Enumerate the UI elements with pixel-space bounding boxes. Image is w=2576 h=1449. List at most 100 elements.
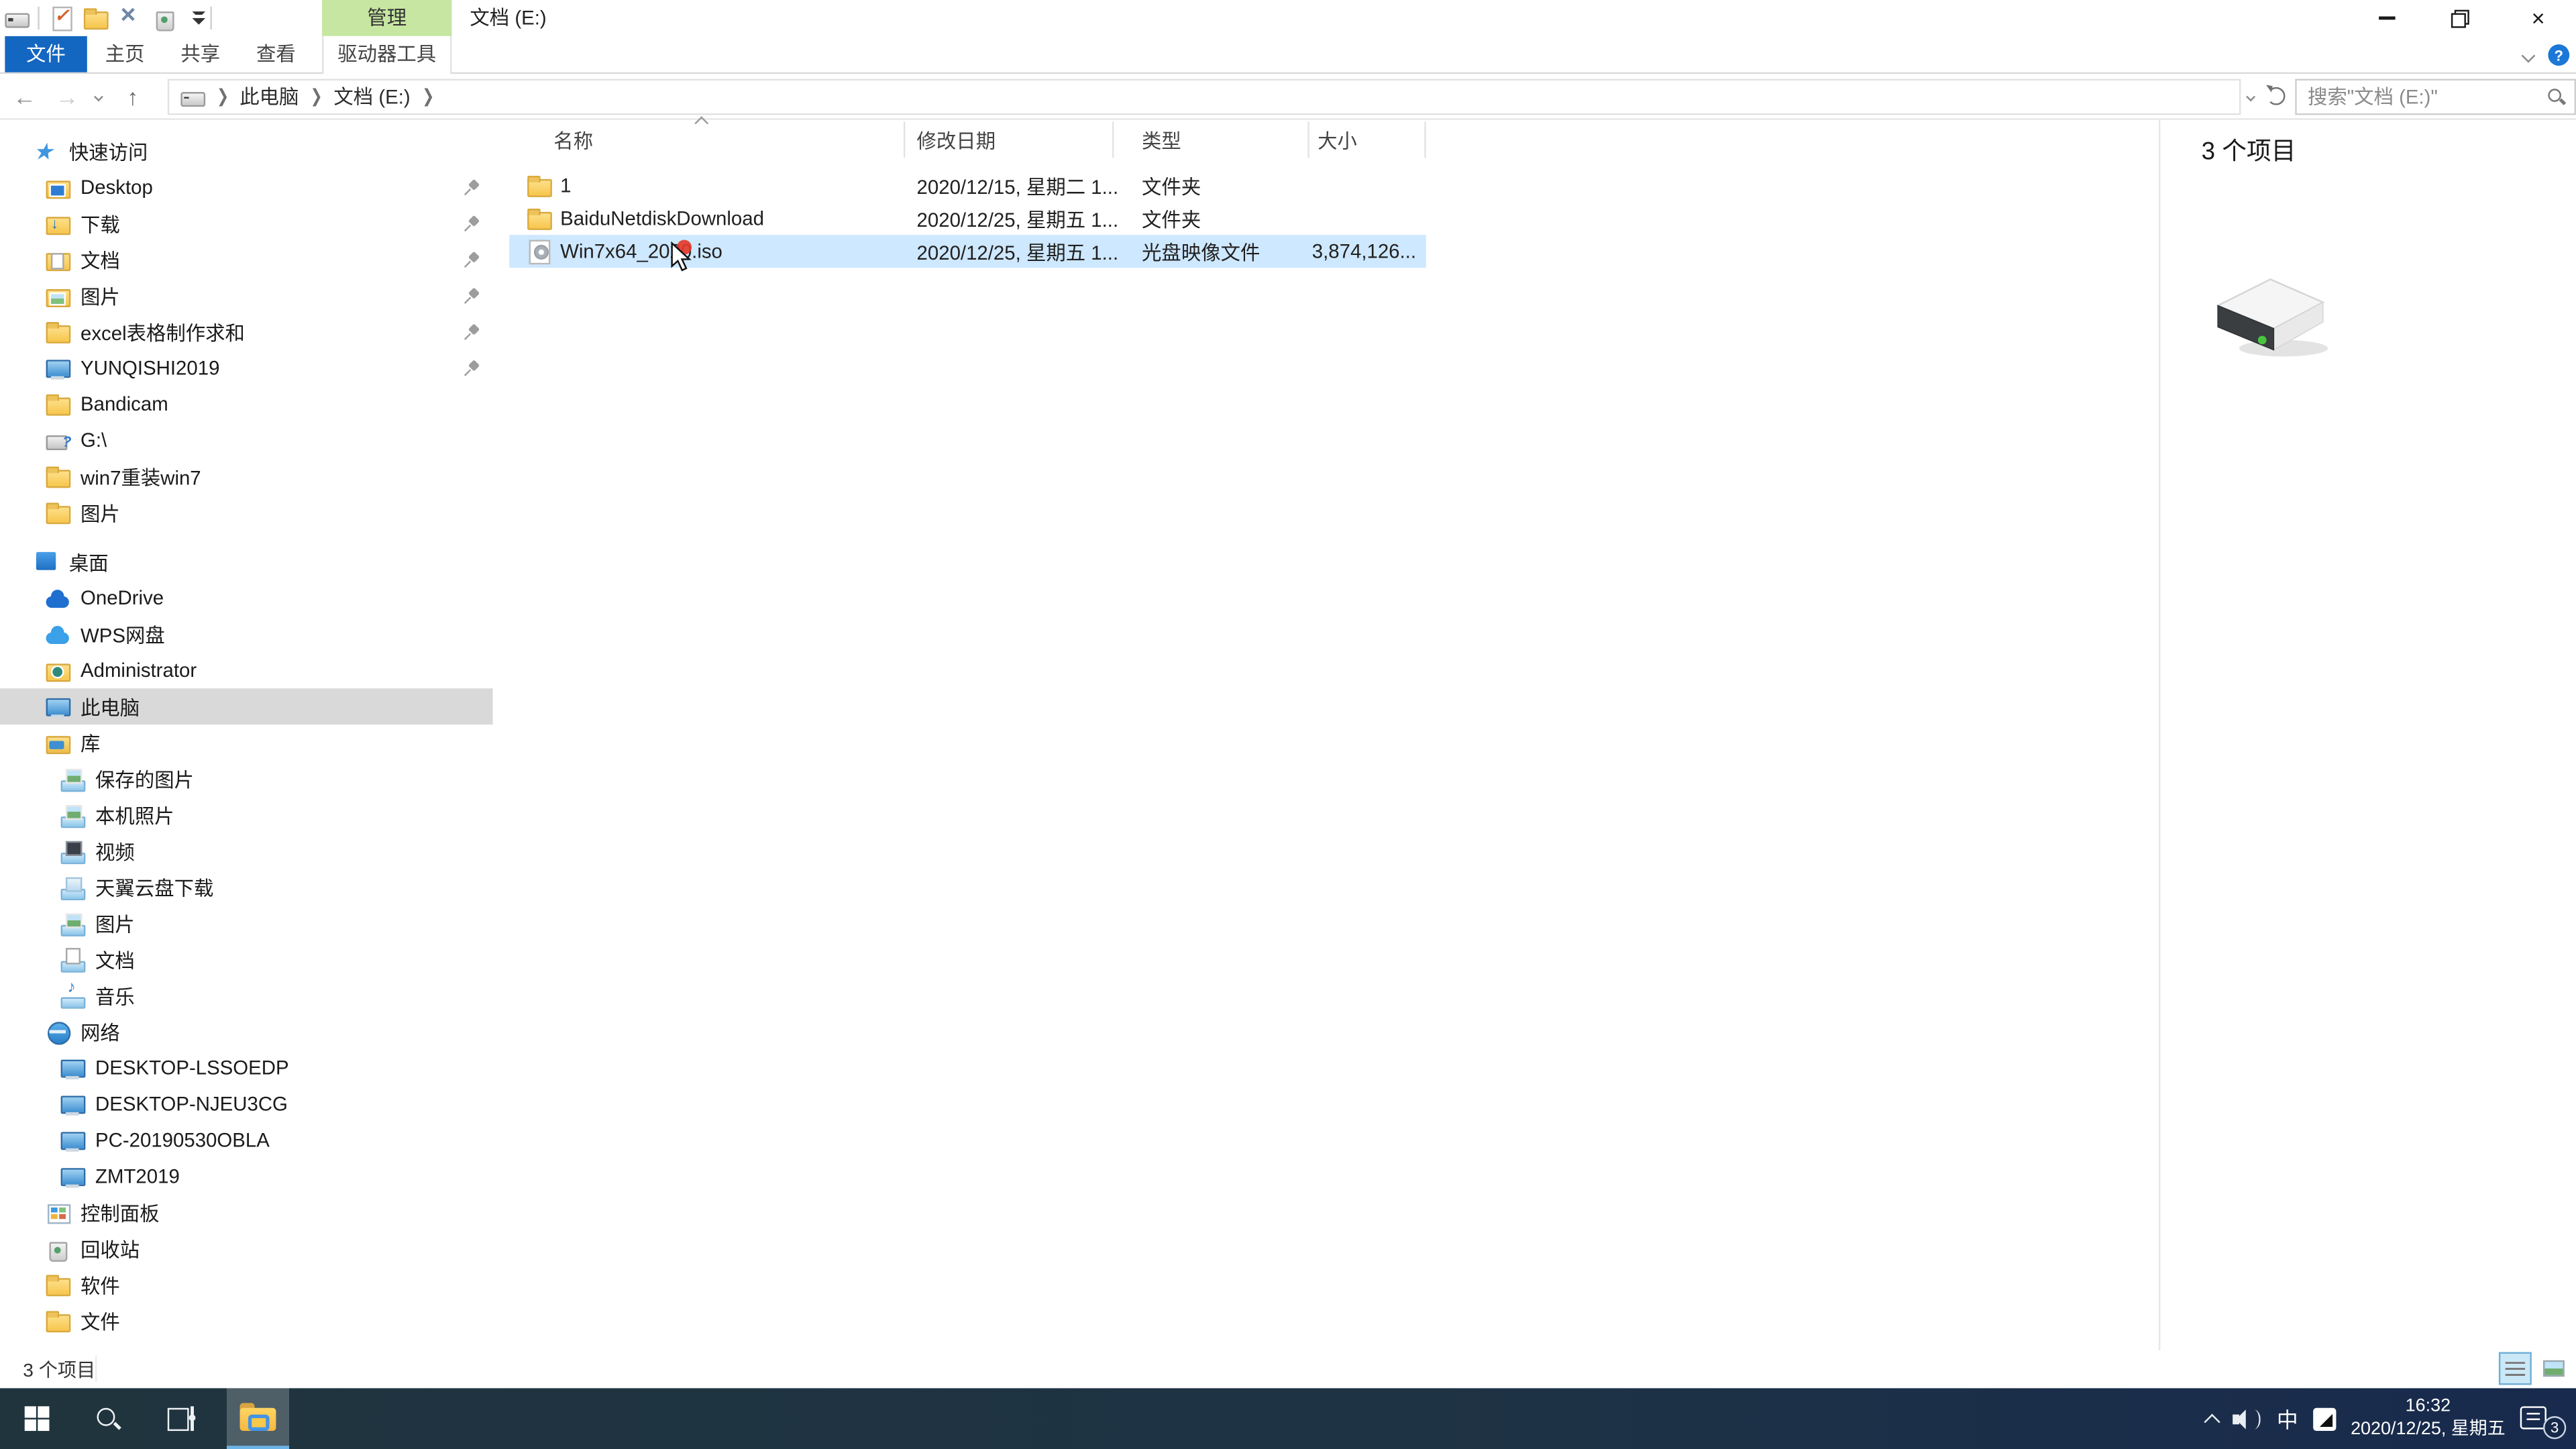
sidebar-item[interactable]: 此电脑 [0, 688, 493, 725]
sidebar-item[interactable]: 桌面 [0, 544, 493, 580]
sidebar-item-label: Administrator [80, 659, 197, 682]
sidebar-item-label: 图片 [95, 912, 135, 936]
sidebar-item[interactable]: 网络 [0, 1014, 493, 1050]
refresh-icon[interactable] [2266, 87, 2285, 105]
column-header-type[interactable]: 类型 [1114, 121, 1309, 158]
checked-document-icon[interactable] [48, 5, 74, 32]
breadcrumb[interactable]: ❯ 此电脑 ❯ 文档 (E:) ❯ [166, 78, 2241, 115]
task-view-button[interactable] [145, 1388, 217, 1449]
search-box [2294, 78, 2576, 115]
ime-indicator[interactable]: 中 [2277, 1403, 2298, 1434]
expand-ribbon-icon[interactable] [2521, 48, 2536, 62]
sidebar-item[interactable]: win7重装win7 [0, 458, 493, 494]
details-view-icon[interactable] [2498, 1352, 2532, 1385]
delete-x-icon[interactable] [117, 3, 143, 31]
sidebar-item[interactable]: excel表格制作求和 [0, 314, 493, 350]
folder-icon [44, 1272, 71, 1298]
sidebar-item[interactable]: 文档 [0, 241, 493, 278]
notification-center-button[interactable]: 3 [2520, 1404, 2567, 1439]
search-input[interactable] [2296, 79, 2575, 113]
start-icon [23, 1406, 49, 1431]
file-explorer-taskbar-button[interactable] [226, 1388, 290, 1449]
desktop-icon [33, 549, 59, 575]
tab-home[interactable]: 主页 [87, 36, 163, 72]
videos-library-icon [59, 838, 86, 865]
navigation-pane: 快速访问 Desktop 下载 文档 图片 [0, 120, 493, 1350]
sidebar-item[interactable]: 天翼云盘下载 [0, 869, 493, 906]
thumbnails-view-icon[interactable] [2536, 1352, 2569, 1385]
sidebar-item[interactable]: 软件 [0, 1267, 493, 1303]
sidebar-item[interactable]: YUNQISHI2019 [0, 350, 493, 386]
file-type: 光盘映像文件 [1142, 240, 1260, 264]
sidebar-item[interactable]: DESKTOP-LSSOEDP [0, 1050, 493, 1086]
forward-button[interactable]: → [49, 76, 85, 116]
sidebar-item[interactable]: Desktop [0, 169, 493, 205]
sidebar-item[interactable]: DESKTOP-NJEU3CG [0, 1086, 493, 1122]
sidebar-item[interactable]: G:\ [0, 422, 493, 458]
sidebar-item[interactable]: 文件 [0, 1303, 493, 1339]
recycle-bin-icon[interactable] [151, 5, 177, 32]
close-button[interactable]: × [2500, 0, 2576, 36]
file-type: 文件夹 [1142, 174, 1201, 199]
sidebar-item-label: OneDrive [80, 586, 164, 610]
new-folder-icon[interactable] [82, 5, 109, 31]
file-row[interactable]: 1 2020/12/15, 星期二 1... 文件夹 [509, 169, 1426, 202]
sidebar-item[interactable]: OneDrive [0, 580, 493, 616]
libraries-icon [44, 729, 71, 755]
restore-button[interactable] [2425, 0, 2501, 36]
tray-expand-icon[interactable] [2203, 1413, 2220, 1430]
sidebar-item[interactable]: 快速访问 [0, 133, 493, 169]
speaker-icon[interactable] [2232, 1407, 2262, 1430]
sidebar-item[interactable]: Administrator [0, 652, 493, 688]
windows-ink-icon[interactable] [2312, 1407, 2337, 1430]
tab-view[interactable]: 查看 [238, 36, 314, 72]
up-button[interactable]: ↑ [111, 76, 154, 116]
breadcrumb-drive-e[interactable]: 文档 (E:) [333, 82, 410, 110]
tab-drive-tools[interactable]: 驱动器工具 [322, 36, 452, 74]
file-size: 3,874,126... [1311, 239, 1417, 263]
sidebar-item[interactable]: WPS网盘 [0, 616, 493, 652]
sidebar-item-label: PC-20190530OBLA [95, 1128, 270, 1152]
sidebar-item[interactable]: 音乐 [0, 977, 493, 1014]
photos-library-icon [59, 802, 86, 828]
sidebar-item[interactable]: 图片 [0, 905, 493, 941]
column-header-size[interactable]: 大小 [1309, 121, 1426, 158]
sidebar-item[interactable]: 保存的图片 [0, 761, 493, 797]
sidebar-item[interactable]: ZMT2019 [0, 1159, 493, 1195]
file-row[interactable]: BaiduNetdiskDownload 2020/12/25, 星期五 1..… [509, 202, 1426, 235]
minimize-button[interactable] [2349, 0, 2425, 36]
address-history-icon[interactable] [2245, 91, 2255, 101]
sidebar-item-label: 天翼云盘下载 [95, 876, 214, 900]
sidebar-item[interactable]: 回收站 [0, 1230, 493, 1267]
sidebar-item[interactable]: 图片 [0, 278, 493, 314]
recent-locations-icon[interactable] [85, 76, 111, 116]
sidebar-item[interactable]: 文档 [0, 941, 493, 977]
sidebar-item[interactable]: 下载 [0, 205, 493, 241]
sidebar-item[interactable]: 本机照片 [0, 797, 493, 833]
tab-share[interactable]: 共享 [162, 36, 238, 72]
start-button[interactable] [0, 1388, 72, 1449]
folder-icon [526, 205, 552, 231]
sidebar-item[interactable]: 视频 [0, 833, 493, 869]
network-computer-icon [59, 1163, 86, 1189]
taskbar-clock[interactable]: 16:32 2020/12/25, 星期五 [2351, 1397, 2506, 1441]
sidebar-item[interactable]: PC-20190530OBLA [0, 1122, 493, 1159]
tab-file[interactable]: 文件 [5, 36, 87, 72]
pin-icon [464, 250, 482, 268]
breadcrumb-this-pc[interactable]: 此电脑 [239, 82, 299, 110]
help-icon[interactable]: ? [2548, 44, 2570, 66]
back-button[interactable]: ← [0, 76, 49, 116]
folder-icon [44, 391, 71, 417]
column-header-date[interactable]: 修改日期 [905, 121, 1114, 158]
taskbar-search-button[interactable] [72, 1388, 145, 1449]
sidebar-item-label: Desktop [80, 176, 153, 199]
quick-access-star-icon [33, 138, 59, 164]
sidebar-item[interactable]: 库 [0, 724, 493, 761]
sidebar-item-label: 保存的图片 [95, 767, 195, 792]
file-row[interactable]: Win7x64_2020.iso 2020/12/25, 星期五 1... 光盘… [509, 235, 1426, 268]
toolbar-dropdown-icon[interactable] [186, 5, 206, 31]
sidebar-item[interactable]: Bandicam [0, 386, 493, 423]
sidebar-item[interactable]: 控制面板 [0, 1194, 493, 1230]
sidebar-item[interactable]: 图片 [0, 494, 493, 531]
column-header-name[interactable]: 名称 [509, 121, 906, 158]
